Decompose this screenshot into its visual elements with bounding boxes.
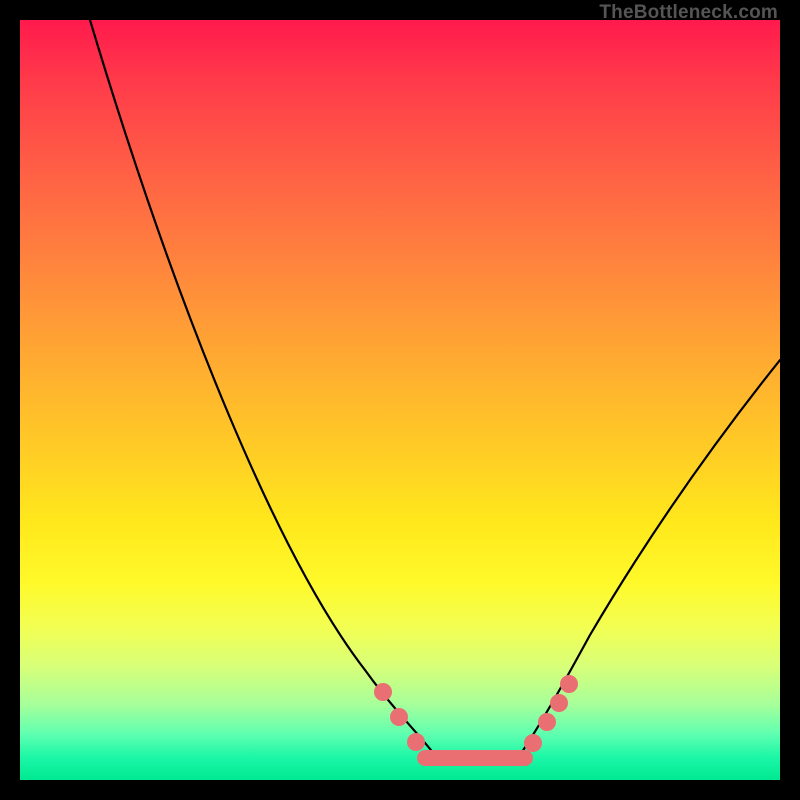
chart-frame [20, 20, 780, 780]
bead-5 [550, 694, 568, 712]
bead-2 [407, 733, 425, 751]
bead-1 [390, 708, 408, 726]
left-curve [90, 20, 435, 755]
bead-3 [524, 734, 542, 752]
chart-svg [20, 20, 780, 780]
bead-6 [560, 675, 578, 693]
bead-4 [538, 713, 556, 731]
bead-0 [374, 683, 392, 701]
